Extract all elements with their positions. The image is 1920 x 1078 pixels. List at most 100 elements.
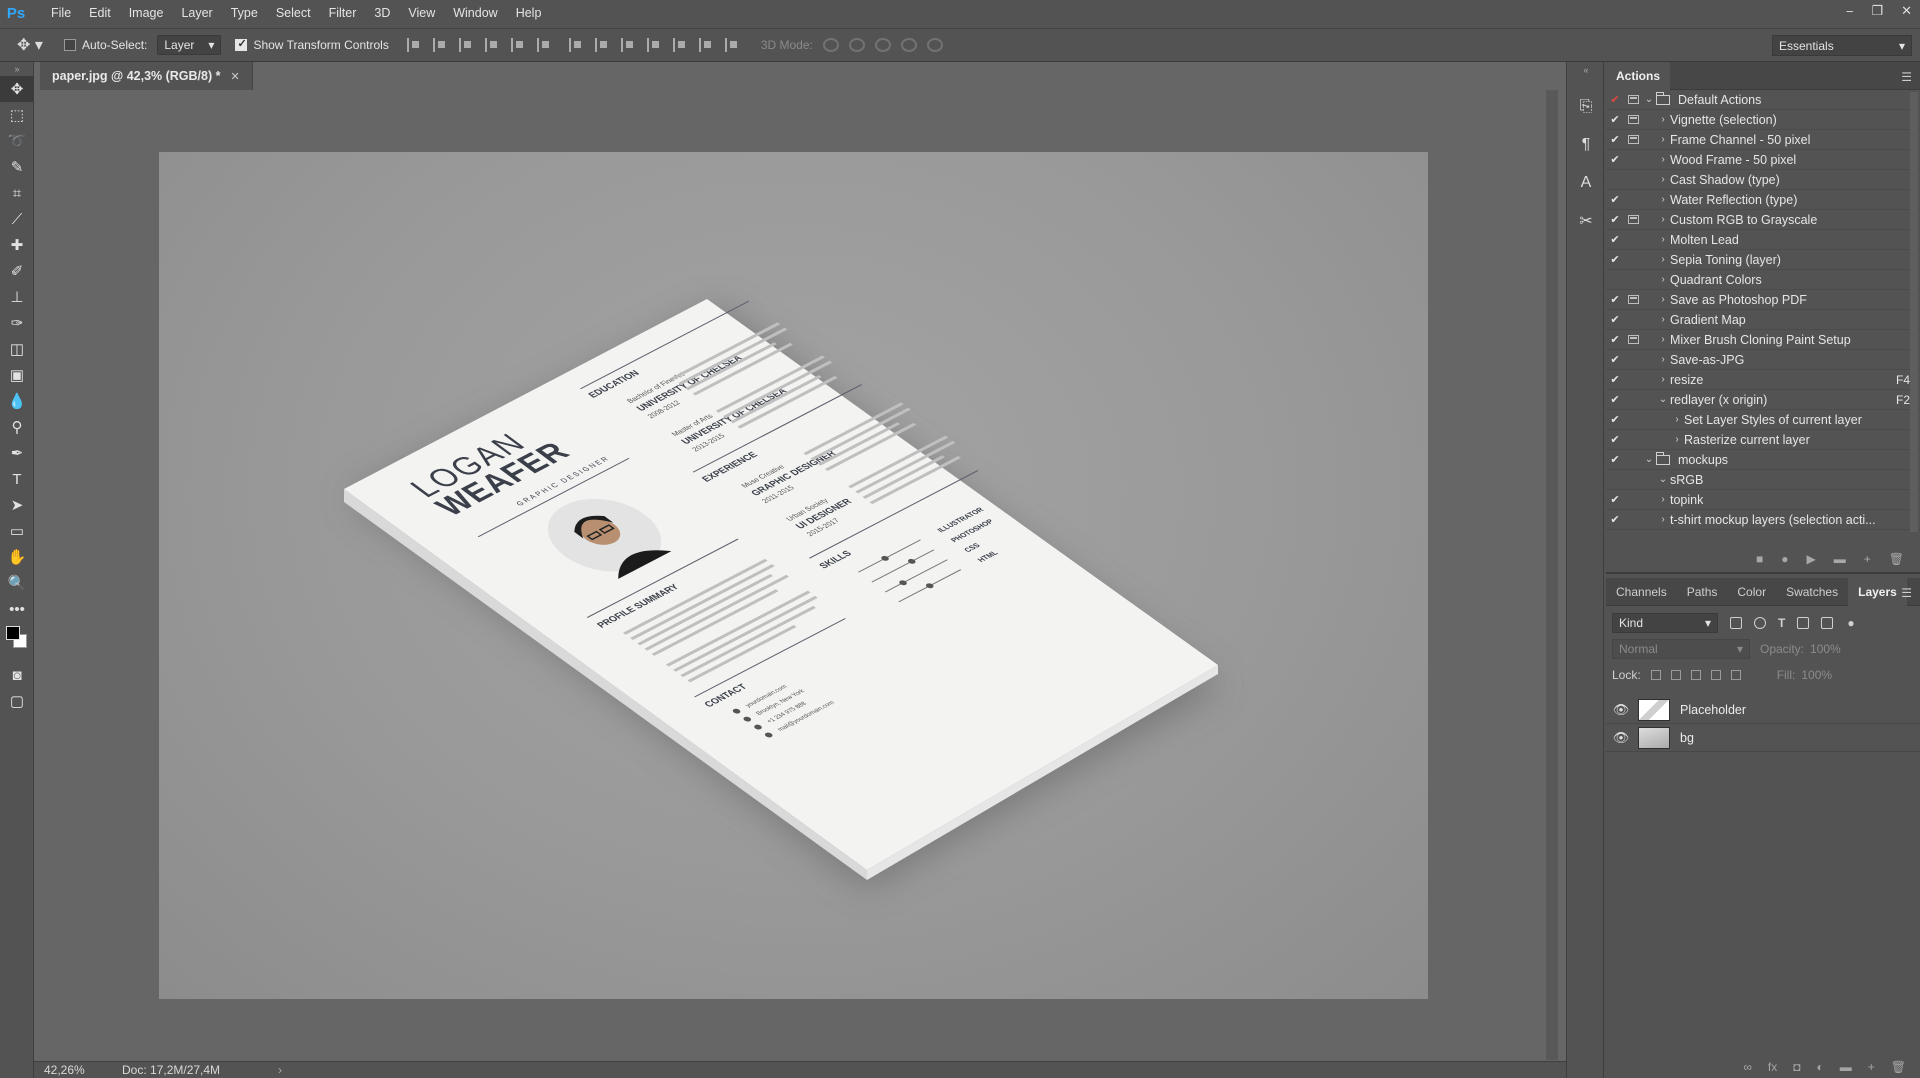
- zoom-tool-icon[interactable]: 🔍: [0, 570, 34, 596]
- action-toggle-check-icon[interactable]: ✔: [1606, 313, 1624, 326]
- tab-layers[interactable]: Layers: [1848, 577, 1907, 606]
- align-vcenter-icon[interactable]: [432, 38, 447, 52]
- layer-row-bg[interactable]: 👁 bg: [1606, 724, 1920, 752]
- paragraph-panel-icon[interactable]: ¶: [1567, 126, 1605, 164]
- move-tool-preset-icon[interactable]: ✥ ▾: [10, 35, 50, 55]
- chevron-right-icon[interactable]: ›: [1656, 114, 1670, 125]
- action-toggle-check-icon[interactable]: ✔: [1606, 433, 1624, 446]
- distribute-right-icon[interactable]: [698, 38, 713, 52]
- chevron-right-icon[interactable]: ›: [1656, 374, 1670, 385]
- document-tab[interactable]: paper.jpg @ 42,3% (RGB/8) * ✕: [40, 62, 253, 90]
- pen-tool-icon[interactable]: ✒: [0, 440, 34, 466]
- menu-window[interactable]: Window: [444, 0, 506, 26]
- chevron-right-icon[interactable]: ›: [1656, 194, 1670, 205]
- chevron-right-icon[interactable]: ›: [1656, 134, 1670, 145]
- restore-icon[interactable]: ❐: [1871, 3, 1883, 19]
- lock-transparent-icon[interactable]: [1650, 670, 1661, 680]
- action-item[interactable]: ✔ › topink: [1606, 490, 1920, 510]
- history-panel-icon[interactable]: ⎘: [1567, 88, 1605, 126]
- type-tool-icon[interactable]: T: [0, 466, 34, 492]
- auto-select-checkbox[interactable]: [64, 39, 76, 51]
- close-tab-icon[interactable]: ✕: [230, 70, 239, 83]
- healing-brush-tool-icon[interactable]: ✚: [0, 232, 34, 258]
- dialog-toggle[interactable]: [1624, 115, 1642, 124]
- action-item[interactable]: ✔ › Sepia Toning (layer): [1606, 250, 1920, 270]
- menu-type[interactable]: Type: [222, 0, 267, 26]
- record-icon[interactable]: ●: [1781, 552, 1788, 566]
- filter-smart-object-icon[interactable]: [1821, 617, 1834, 629]
- chevron-right-icon[interactable]: ›: [1656, 314, 1670, 325]
- dialog-toggle[interactable]: [1624, 135, 1642, 144]
- action-item[interactable]: ✔ ⌄ mockups: [1606, 450, 1920, 470]
- chevron-down-icon[interactable]: ⌄: [1642, 454, 1656, 465]
- dialog-toggle[interactable]: [1624, 335, 1642, 344]
- lock-image-icon[interactable]: [1670, 670, 1681, 680]
- layer-row-placeholder[interactable]: 👁 Placeholder: [1606, 696, 1920, 724]
- action-item[interactable]: ✔ › Rasterize current layer: [1606, 430, 1920, 450]
- chevron-right-icon[interactable]: ›: [1656, 154, 1670, 165]
- action-toggle-check-icon[interactable]: ✔: [1606, 153, 1624, 166]
- play-icon[interactable]: ▶: [1807, 552, 1816, 566]
- auto-select-target-dropdown[interactable]: Layer ▾: [157, 35, 222, 55]
- chevron-right-icon[interactable]: ›: [1656, 214, 1670, 225]
- new-layer-icon[interactable]: +: [1868, 1060, 1875, 1074]
- action-toggle-check-icon[interactable]: ✔: [1606, 393, 1624, 406]
- crop-tool-icon[interactable]: ⌗: [0, 180, 34, 206]
- chevron-down-icon[interactable]: ⌄: [1656, 394, 1670, 405]
- kind-filter-dropdown[interactable]: Kind ▾: [1612, 613, 1718, 633]
- action-item[interactable]: ✔ › resize F4: [1606, 370, 1920, 390]
- auto-align-icon[interactable]: [724, 38, 739, 52]
- lock-position-icon[interactable]: [1690, 670, 1701, 680]
- 3d-roll-icon[interactable]: [848, 38, 865, 52]
- action-item[interactable]: ✔ › Molten Lead: [1606, 230, 1920, 250]
- image-canvas[interactable]: LOGAN WEAFER GRAPHIC DESIGNER EDUCATION …: [159, 152, 1428, 999]
- auto-select-toggle[interactable]: Auto-Select:: [64, 38, 147, 52]
- minimize-icon[interactable]: −: [1846, 4, 1854, 19]
- distribute-top-icon[interactable]: [568, 38, 583, 52]
- align-bottom-icon[interactable]: [458, 38, 473, 52]
- chevron-right-icon[interactable]: ›: [1656, 274, 1670, 285]
- clone-stamp-tool-icon[interactable]: ⊥: [0, 284, 34, 310]
- distribute-vcenter-icon[interactable]: [594, 38, 609, 52]
- filter-shape-icon[interactable]: [1797, 617, 1810, 629]
- action-toggle-check-icon[interactable]: ✔: [1606, 353, 1624, 366]
- 3d-scale-icon[interactable]: [926, 38, 943, 52]
- align-left-icon[interactable]: [484, 38, 499, 52]
- fill-value[interactable]: 100%: [1801, 668, 1832, 682]
- opacity-value[interactable]: 100%: [1810, 642, 1841, 656]
- 3d-pan-icon[interactable]: [874, 38, 891, 52]
- action-toggle-check-icon[interactable]: ✔: [1606, 513, 1624, 526]
- action-toggle-check-icon[interactable]: ✔: [1606, 93, 1624, 106]
- action-item[interactable]: ✔ › Wood Frame - 50 pixel: [1606, 150, 1920, 170]
- filter-pixel-icon[interactable]: [1730, 617, 1742, 629]
- chevron-right-icon[interactable]: ›: [1656, 494, 1670, 505]
- zoom-level[interactable]: 42,26%: [44, 1063, 114, 1077]
- tools-presets-icon[interactable]: ✂: [1567, 202, 1605, 240]
- new-set-icon[interactable]: ▬: [1834, 552, 1846, 566]
- action-item[interactable]: ✔ › Save-as-JPG: [1606, 350, 1920, 370]
- action-toggle-check-icon[interactable]: ✔: [1606, 233, 1624, 246]
- stop-icon[interactable]: ■: [1756, 552, 1763, 566]
- tab-paths[interactable]: Paths: [1677, 578, 1728, 606]
- action-item[interactable]: ✔ › Set Layer Styles of current layer: [1606, 410, 1920, 430]
- tab-swatches[interactable]: Swatches: [1776, 578, 1848, 606]
- dodge-tool-icon[interactable]: ⚲: [0, 414, 34, 440]
- panel-collapse-icon[interactable]: »: [0, 62, 34, 76]
- action-item[interactable]: ✔ › t-shirt mockup layers (selection acti.…: [1606, 510, 1920, 530]
- adjustment-layer-icon[interactable]: ◐: [1817, 1060, 1824, 1074]
- filter-adjustment-icon[interactable]: [1754, 617, 1766, 629]
- menu-layer[interactable]: Layer: [172, 0, 221, 26]
- chevron-right-icon[interactable]: ›: [1656, 514, 1670, 525]
- action-item[interactable]: › Quadrant Colors: [1606, 270, 1920, 290]
- align-top-icon[interactable]: [406, 38, 421, 52]
- panel-menu-icon[interactable]: ☰: [1901, 70, 1912, 84]
- workspace-switcher[interactable]: Essentials ▾: [1772, 35, 1912, 56]
- visibility-eye-icon[interactable]: 👁: [1606, 730, 1636, 746]
- screen-mode-icon[interactable]: ▢: [0, 688, 34, 714]
- tab-channels[interactable]: Channels: [1606, 578, 1677, 606]
- action-toggle-check-icon[interactable]: ✔: [1606, 453, 1624, 466]
- chevron-right-icon[interactable]: ›: [1656, 174, 1670, 185]
- marquee-tool-icon[interactable]: ⬚: [0, 102, 34, 128]
- quick-select-tool-icon[interactable]: ✎: [0, 154, 34, 180]
- layer-style-icon[interactable]: fx: [1768, 1060, 1777, 1074]
